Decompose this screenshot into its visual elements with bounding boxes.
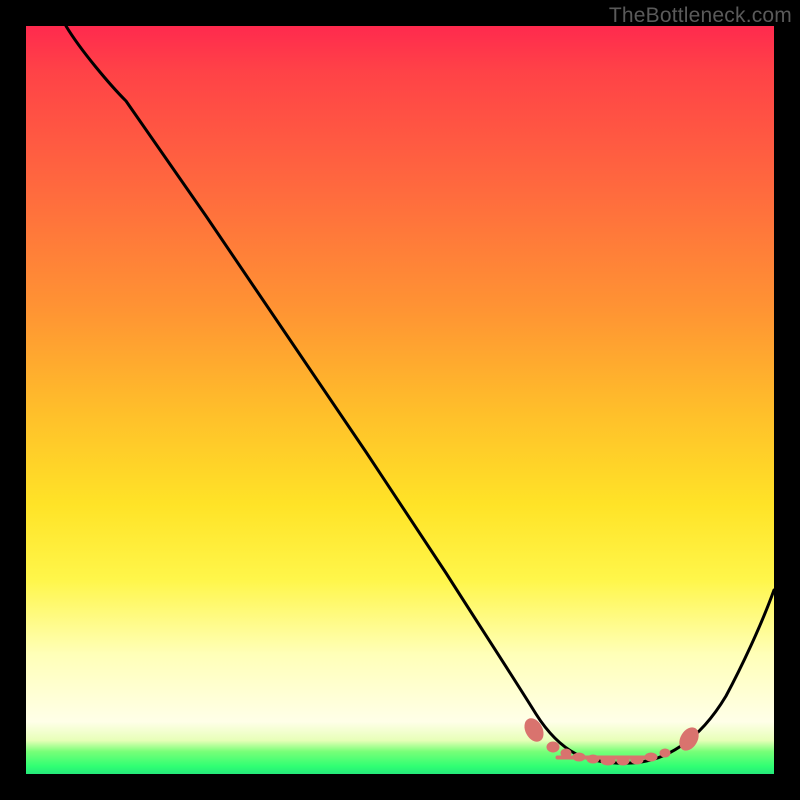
bottleneck-curve bbox=[66, 26, 774, 763]
chart-svg bbox=[26, 26, 774, 774]
marker-band bbox=[521, 716, 702, 765]
chart-frame: TheBottleneck.com bbox=[0, 0, 800, 800]
watermark-text: TheBottleneck.com bbox=[609, 4, 792, 28]
